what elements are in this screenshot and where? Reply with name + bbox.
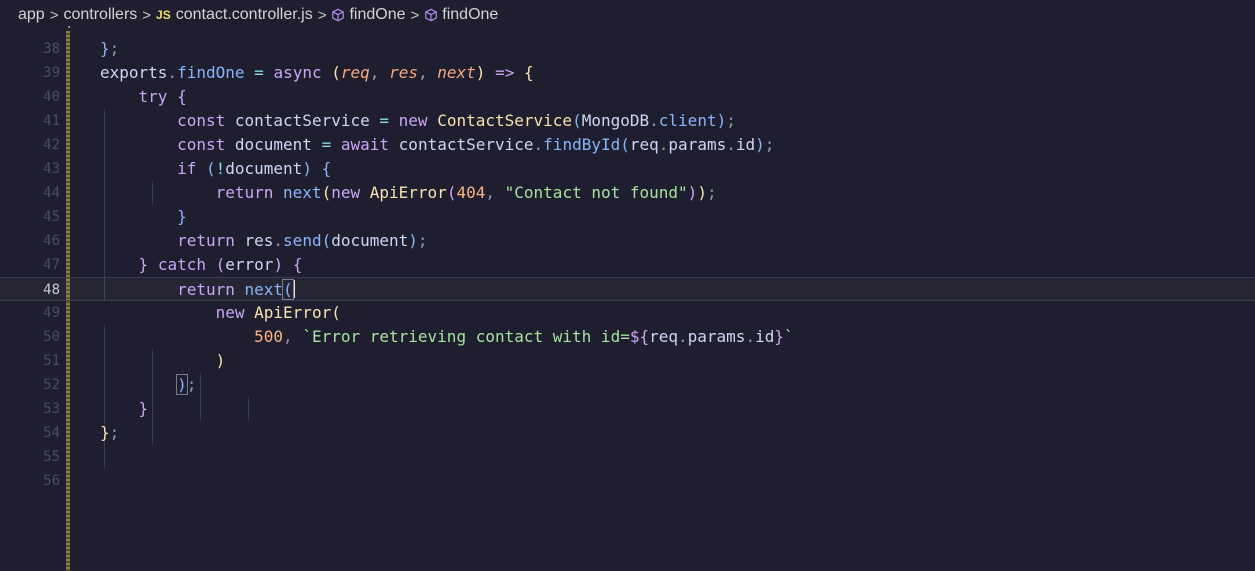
code-text: return next( [177,279,295,300]
line-number: 43 [43,161,60,177]
fold-dot [68,26,70,28]
code-text: } [177,207,187,226]
code-text: const contactService = new ContactServic… [177,111,736,130]
code-text: } [138,399,149,418]
code-text: 500, `Error retrieving contact with id=$… [254,327,794,346]
breadcrumb-item-controllers[interactable]: controllers [63,6,137,24]
code-line[interactable]: 43 if (!document) { [0,157,1255,181]
code-line[interactable]: 40 try { [0,85,1255,109]
line-number: 52 [43,377,60,393]
code-text: return next(new ApiError(404, "Contact n… [215,183,717,202]
code-text: return res.send(document); [177,231,428,250]
code-text: if (!document) { [177,159,332,178]
chevron-right-icon: > [142,6,152,24]
code-line[interactable]: 55 [0,445,1255,469]
line-number: 51 [43,353,60,369]
breadcrumb-item-symbol[interactable]: findOne [442,6,498,24]
code-text: const document = await contactService.fi… [177,135,775,154]
line-number: 38 [43,41,60,57]
line-number: 42 [43,137,60,153]
line-number: 45 [43,209,60,225]
code-line[interactable]: 47 } catch (error) { [0,253,1255,277]
code-line[interactable]: 38 }; [0,37,1255,61]
chevron-right-icon: > [410,6,420,24]
code-line[interactable]: 50 500, `Error retrieving contact with i… [0,325,1255,349]
code-text: } catch (error) { [138,255,303,274]
text-cursor [292,280,295,298]
code-line[interactable]: 42 const document = await contactService… [0,133,1255,157]
code-line[interactable]: 53 } [0,397,1255,421]
javascript-file-icon: JS [156,8,171,22]
current-line[interactable]: 48 return next( [0,277,1255,301]
line-number: 41 [43,113,60,129]
code-line[interactable]: 45 } [0,205,1255,229]
chevron-right-icon: > [317,6,327,24]
line-number: 49 [43,305,60,321]
code-line[interactable]: 44 return next(new ApiError(404, "Contac… [0,181,1255,205]
code-line[interactable]: 54 }; [0,421,1255,445]
chevron-right-icon: > [49,6,59,24]
line-number: 53 [43,401,60,417]
code-text: ); [176,374,197,395]
breadcrumb-item-app[interactable]: app [18,6,45,24]
breadcrumb-item-file[interactable]: contact.controller.js [176,6,313,24]
method-cube-icon [332,8,345,22]
line-number: 40 [43,89,60,105]
line-number: 48 [43,282,60,298]
code-text: exports.findOne = async (req, res, next)… [100,63,534,82]
line-number: 56 [43,473,60,489]
breadcrumb: app > controllers > JS contact.controlle… [0,0,1255,30]
line-number: 39 [43,65,60,81]
code-line[interactable]: 52 ); [0,373,1255,397]
line-number: 54 [43,425,60,441]
code-line[interactable]: 46 return res.send(document); [0,229,1255,253]
breadcrumb-item-symbol[interactable]: findOne [349,6,405,24]
line-number: 50 [43,329,60,345]
code-line[interactable]: 49 new ApiError( [0,301,1255,325]
line-number: 55 [43,449,60,465]
line-number: 47 [43,257,60,273]
code-text: new ApiError( [215,303,341,322]
code-text: }; [100,423,120,442]
code-text: ) [215,351,226,370]
line-number: 46 [43,233,60,249]
code-line[interactable]: 51 ) [0,349,1255,373]
line-number: 44 [43,185,60,201]
code-line[interactable]: 56 [0,469,1255,493]
code-line[interactable]: 39 exports.findOne = async (req, res, ne… [0,61,1255,85]
code-editor[interactable]: 38 }; 39 exports.findOne = async (req, r… [0,31,1255,571]
code-text: try { [138,87,187,106]
method-cube-icon [425,8,438,22]
code-line[interactable]: 41 const contactService = new ContactSer… [0,109,1255,133]
code-text: }; [100,39,120,58]
